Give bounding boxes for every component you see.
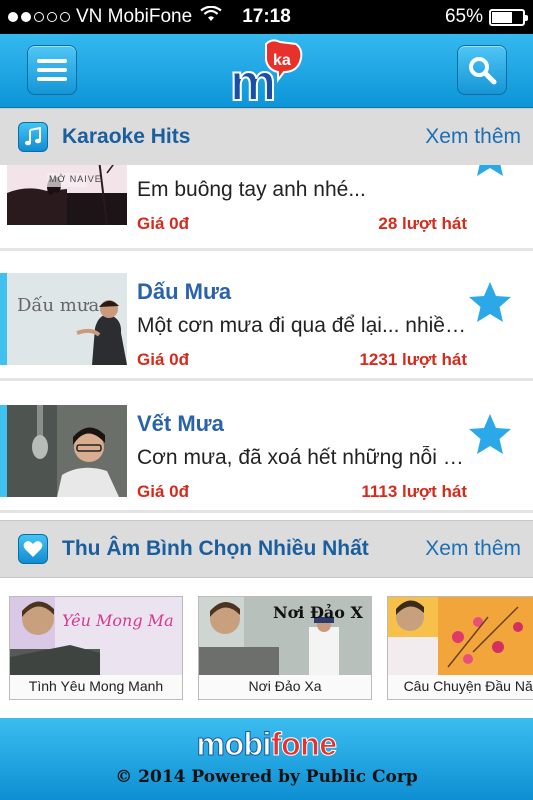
song-play-count: 28 lượt hát	[378, 214, 467, 233]
song-title[interactable]: Vết Mưa	[137, 411, 224, 437]
song-list[interactable]: MỜ NAIVE Em buông tay anh nhé... Giá 0đ …	[0, 165, 533, 519]
recording-carousel[interactable]: Yêu Mong Ma Tình Yêu Mong Manh Nơi Đảo X…	[0, 578, 533, 718]
song-description: Em buông tay anh nhé...	[137, 178, 366, 201]
song-thumbnail: MỜ NAIVE	[7, 165, 127, 225]
most-voted-section-header: Thu Âm Bình Chọn Nhiều Nhất Xem thêm	[0, 520, 533, 578]
song-price: Giá 0đ	[137, 482, 189, 501]
status-time: 17:18	[242, 6, 291, 27]
wifi-icon	[200, 5, 222, 28]
battery-percent: 65%	[444, 6, 483, 27]
favorite-star-icon[interactable]	[466, 411, 514, 459]
card-thumbnail	[388, 597, 533, 677]
song-play-count: 1113 lượt hát	[361, 482, 467, 501]
song-description: Cơn mưa, đã xoá hết những nỗi đau	[137, 446, 469, 469]
karaoke-hits-section-header: Karaoke Hits Xem thêm	[0, 108, 533, 166]
thumbnail-caption: MỜ NAIVE	[49, 174, 102, 184]
svg-text:m: m	[230, 54, 276, 104]
song-description: Một cơn mưa đi qua để lại... nhiều kỷ ni…	[137, 314, 469, 337]
card-label: Tình Yêu Mong Manh	[10, 675, 182, 699]
favorite-star-icon[interactable]	[466, 165, 514, 181]
list-item[interactable]: Dấu mưa Dấu Mưa Một cơn mưa đi qua để lạ…	[0, 263, 533, 381]
hamburger-menu-icon	[37, 54, 67, 86]
card-overlay-text: Nơi Đảo X	[273, 603, 363, 622]
app-logo[interactable]: ka m	[228, 38, 304, 113]
song-title[interactable]: Dấu Mưa	[137, 279, 231, 305]
status-bar: VN MobiFone 17:18 65%	[0, 0, 533, 34]
signal-strength-icon	[8, 12, 70, 22]
song-price: Giá 0đ	[137, 214, 189, 233]
see-more-link[interactable]: Xem thêm	[425, 125, 521, 149]
list-item[interactable]: Vết Mưa Cơn mưa, đã xoá hết những nỗi đa…	[0, 395, 533, 513]
song-price: Giá 0đ	[137, 350, 189, 369]
card-label: Nơi Đảo Xa	[199, 675, 371, 699]
footer: mobifone © 2014 Powered by Public Corp	[0, 718, 533, 800]
carrier-name: VN MobiFone	[76, 6, 193, 27]
app-header: ka m	[0, 34, 533, 113]
search-button[interactable]	[457, 45, 507, 95]
battery-icon	[489, 8, 528, 26]
copyright-text: © 2014 Powered by Public Corp	[115, 767, 418, 787]
song-thumbnail	[7, 405, 127, 497]
recording-card[interactable]: Nơi Đảo X Nơi Đảo Xa	[198, 596, 372, 700]
mobifone-logo: mobifone	[196, 726, 337, 763]
card-thumbnail	[10, 597, 182, 677]
menu-button[interactable]	[27, 45, 77, 95]
music-note-icon	[18, 122, 48, 152]
favorite-star-icon[interactable]	[466, 279, 514, 327]
card-label: Câu Chuyện Đầu Năm	[388, 675, 533, 699]
list-item[interactable]: MỜ NAIVE Em buông tay anh nhé... Giá 0đ …	[0, 165, 533, 251]
see-more-link[interactable]: Xem thêm	[425, 537, 521, 561]
section-title: Thu Âm Bình Chọn Nhiều Nhất	[62, 537, 369, 560]
search-icon	[469, 57, 497, 85]
thumbnail-caption: Dấu mưa	[17, 295, 100, 316]
section-title: Karaoke Hits	[62, 125, 191, 148]
card-overlay-text: Yêu Mong Ma	[62, 611, 174, 630]
recording-card[interactable]: Câu Chuyện Đầu Năm	[387, 596, 533, 700]
song-thumbnail: Dấu mưa	[7, 273, 127, 365]
heart-icon	[18, 534, 48, 564]
recording-card[interactable]: Yêu Mong Ma Tình Yêu Mong Manh	[9, 596, 183, 700]
song-play-count: 1231 lượt hát	[359, 350, 467, 369]
